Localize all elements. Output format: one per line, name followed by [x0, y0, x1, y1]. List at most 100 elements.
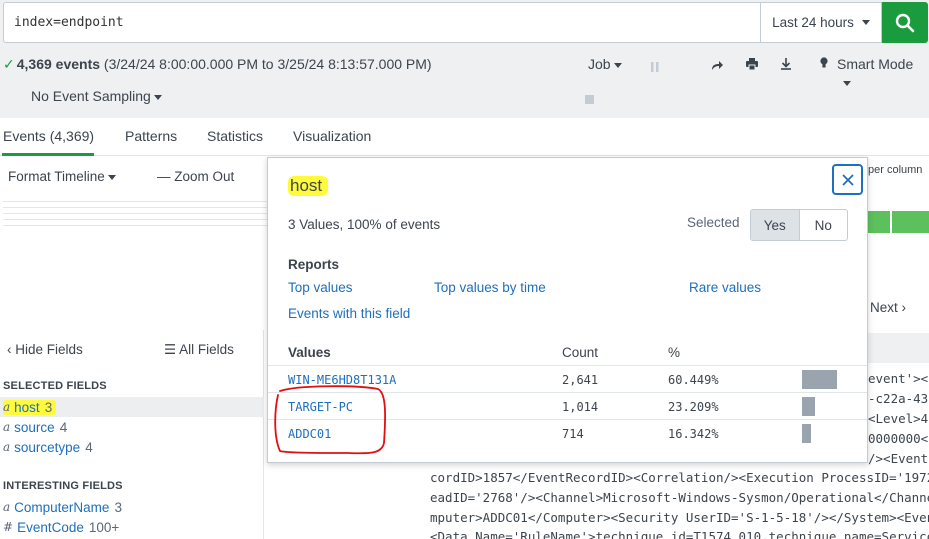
timeline-gridline — [3, 219, 268, 220]
field-name: host — [14, 399, 40, 415]
search-button[interactable] — [882, 2, 928, 43]
all-fields-label: All Fields — [179, 342, 234, 357]
value-bar — [802, 397, 815, 416]
interesting-fields-header: INTERESTING FIELDS — [3, 480, 123, 492]
field-name: ComputerName — [14, 499, 110, 515]
chevron-down-icon — [843, 81, 851, 86]
next-page-button[interactable]: Next › — [870, 300, 906, 315]
values-column-header: Values — [288, 345, 331, 360]
minus-icon: — — [157, 169, 171, 184]
no-button[interactable]: No — [800, 210, 848, 240]
value-bar — [802, 370, 837, 389]
check-icon: ✓ — [3, 56, 15, 72]
field-host[interactable]: a host 3 — [0, 397, 264, 417]
results-tabs: Events (4,369) Patterns Statistics Visua… — [0, 118, 929, 156]
job-status-row: ✓ 4,369 events (3/24/24 8:00:00.000 PM to… — [0, 48, 929, 118]
top-values-link[interactable]: Top values — [288, 280, 353, 295]
job-label: Job — [588, 56, 611, 72]
event-text-line: <Level>4 — [868, 411, 929, 426]
yes-button[interactable]: Yes — [751, 210, 800, 240]
events-table-header — [868, 333, 929, 363]
field-source[interactable]: a source 4 — [0, 417, 264, 437]
value-pct: 60.449% — [668, 373, 719, 387]
print-icon[interactable] — [746, 58, 758, 73]
event-text-line: /><EventR — [868, 451, 929, 466]
chevron-down-icon — [861, 20, 870, 25]
value-count: 714 — [562, 427, 584, 441]
time-range-picker[interactable]: Last 24 hours — [760, 2, 882, 43]
field-count: 100+ — [88, 519, 120, 535]
search-query[interactable]: index=endpoint — [14, 15, 124, 30]
fields-sidebar: ‹ Hide Fields ☰ All Fields SELECTED FIEL… — [0, 330, 264, 539]
format-timeline-dropdown[interactable]: Format Timeline — [8, 169, 116, 184]
event-count: 4,369 events — [16, 56, 101, 72]
value-pct: 16.342% — [668, 427, 719, 441]
field-eventcode[interactable]: # EventCode 100+ — [0, 517, 264, 537]
tab-visualization[interactable]: Visualization — [293, 128, 371, 144]
rare-values-link[interactable]: Rare values — [689, 280, 761, 295]
event-sampling-label: No Event Sampling — [31, 88, 151, 104]
field-type-icon: a — [3, 400, 11, 414]
timeline-gridline — [3, 201, 268, 202]
selected-label: Selected — [687, 215, 740, 230]
hide-fields-button[interactable]: ‹ Hide Fields — [7, 342, 83, 357]
tab-events[interactable]: Events (4,369) — [3, 128, 94, 144]
field-summary-popup: host 3 Values, 100% of events Selected Y… — [267, 157, 868, 463]
hide-fields-label: Hide Fields — [15, 342, 83, 357]
close-button[interactable] — [832, 164, 863, 195]
job-menu[interactable]: Job — [588, 56, 622, 72]
time-range-text: (3/24/24 8:00:00.000 PM to 3/25/24 8:13:… — [103, 56, 432, 72]
next-label: Next — [870, 300, 898, 315]
annotation-circle — [274, 385, 386, 455]
zoom-out-button[interactable]: — Zoom Out — [157, 169, 234, 184]
value-count: 1,014 — [562, 400, 599, 414]
search-input[interactable]: index=endpoint — [3, 2, 760, 43]
field-count: 4 — [85, 439, 93, 455]
selected-fields-header: SELECTED FIELDS — [3, 380, 107, 392]
tab-statistics[interactable]: Statistics — [207, 128, 263, 144]
event-text-line: -c22a-43e — [868, 391, 929, 406]
reports-header: Reports — [288, 257, 340, 272]
timeline-bar[interactable] — [868, 211, 890, 233]
close-icon — [841, 173, 854, 186]
zoom-out-label: Zoom Out — [174, 169, 235, 184]
lightbulb-icon — [820, 57, 828, 72]
search-mode-label: Smart Mode — [837, 56, 914, 72]
selected-toggle: Yes No — [750, 209, 848, 241]
chevron-down-icon — [153, 94, 162, 100]
timeline-gridline — [3, 207, 268, 208]
field-computername[interactable]: a ComputerName 3 — [0, 497, 264, 517]
value-bar — [802, 424, 811, 443]
stop-icon[interactable] — [585, 92, 594, 107]
values-summary: 3 Values, 100% of events — [288, 217, 441, 232]
event-text-line: event'><S — [868, 371, 929, 386]
event-sampling-dropdown[interactable]: No Event Sampling — [31, 88, 162, 104]
field-name: sourcetype — [14, 439, 81, 455]
pause-icon[interactable] — [651, 60, 659, 75]
share-icon[interactable] — [711, 59, 723, 74]
timeline-gridline — [3, 225, 268, 226]
count-column-header: Count — [562, 345, 599, 360]
field-sourcetype[interactable]: a sourcetype 4 — [0, 437, 264, 457]
event-text-line: <Data Name='RuleName'>technique_id=T1574… — [430, 529, 929, 539]
time-range-label: Last 24 hours — [772, 15, 854, 30]
chevron-down-icon — [613, 62, 622, 68]
tab-patterns[interactable]: Patterns — [125, 128, 177, 144]
field-type-icon: a — [3, 500, 11, 514]
field-name: EventCode — [17, 519, 84, 535]
field-type-icon: a — [3, 420, 11, 434]
field-name: source — [14, 419, 55, 435]
per-column-label: per column — [868, 164, 923, 176]
event-text-line: 0000000</ — [868, 431, 929, 446]
timeline-gridline — [3, 213, 268, 214]
field-count: 3 — [114, 499, 122, 515]
search-mode-dropdown[interactable]: Smart Mode — [837, 56, 913, 72]
top-values-by-time-link[interactable]: Top values by time — [434, 280, 546, 295]
all-fields-button[interactable]: ☰ All Fields — [164, 342, 234, 358]
pct-column-header: % — [668, 345, 681, 360]
events-with-field-link[interactable]: Events with this field — [288, 306, 410, 321]
export-icon[interactable] — [780, 58, 792, 73]
list-icon: ☰ — [164, 342, 177, 357]
timeline-bar[interactable] — [892, 211, 929, 233]
field-highlight: a host 3 — [3, 399, 57, 415]
